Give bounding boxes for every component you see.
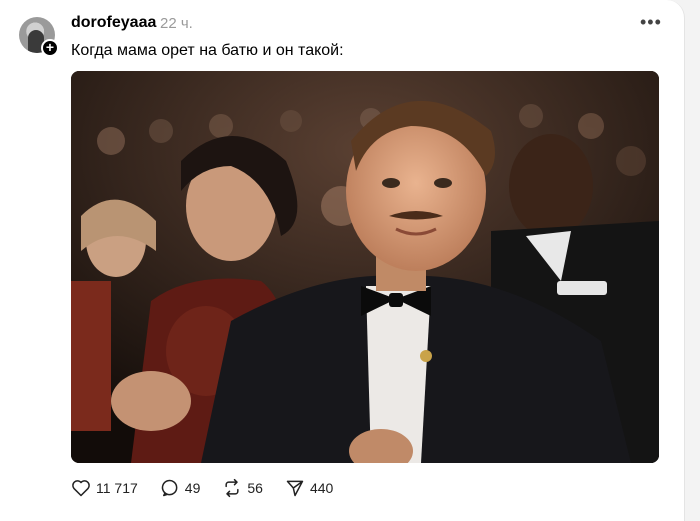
comment-action[interactable]: 49	[160, 478, 201, 498]
send-icon[interactable]	[285, 478, 305, 498]
follow-plus-icon[interactable]: +	[41, 39, 59, 57]
like-action[interactable]: 11 717	[71, 478, 138, 498]
share-action[interactable]: 440	[285, 478, 333, 498]
username[interactable]: dorofeyaaa	[71, 14, 156, 32]
avatar[interactable]: +	[19, 17, 59, 57]
repost-action[interactable]: 56	[222, 478, 263, 498]
post-time: 22 ч.	[160, 15, 193, 32]
repost-count: 56	[247, 480, 263, 496]
comment-icon[interactable]	[160, 478, 180, 498]
post-image[interactable]	[71, 71, 659, 463]
repost-icon[interactable]	[222, 478, 242, 498]
more-options-icon[interactable]: •••	[640, 12, 662, 33]
heart-icon[interactable]	[71, 478, 91, 498]
share-count: 440	[309, 480, 334, 496]
like-count: 11 717	[96, 480, 138, 496]
post-actions: 11 717 49 56 440	[71, 478, 355, 498]
post-card: + dorofeyaaa 22 ч. ••• Когда мама орет н…	[0, 0, 685, 521]
post-text: Когда мама орет на батю и он такой:	[71, 42, 344, 59]
comment-count: 49	[184, 480, 201, 496]
